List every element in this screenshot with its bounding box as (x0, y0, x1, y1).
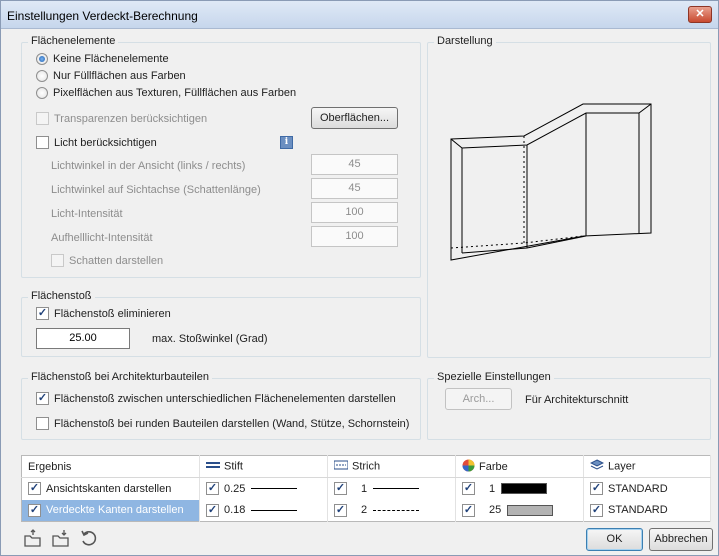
stosswinkel-field[interactable]: 25.00 (36, 328, 130, 349)
line-type-preview (373, 488, 420, 490)
pen-line-preview (251, 488, 298, 490)
checkbox-label: Flächenstoß zwischen unterschiedlichen F… (54, 392, 396, 405)
radio-button[interactable] (36, 70, 48, 83)
folder-save-icon[interactable] (51, 529, 71, 549)
preview-top-inner (450, 103, 652, 149)
header-farbe: Farbe (455, 455, 584, 478)
stosswinkel-label: max. Stoßwinkel (Grad) (152, 333, 268, 345)
checkbox-label: Licht berücksichtigen (54, 136, 157, 149)
lichtwinkel-ansicht-field[interactable]: 45 (311, 154, 398, 175)
pen-line-preview (251, 509, 298, 511)
settings-dialog: Einstellungen Verdeckt-Berechnung ✕ Fläc… (0, 0, 719, 556)
row-farbe[interactable]: ✓ 1 (455, 477, 584, 500)
radio-nur-fuellflaechen[interactable]: Nur Füllflächen aus Farben (36, 70, 186, 83)
checkbox[interactable]: ✓ (28, 482, 41, 496)
radio-label: Pixelflächen aus Texturen, Füllflächen a… (53, 87, 297, 100)
checkbox[interactable]: ✓ (462, 503, 475, 517)
checkbox[interactable]: ✓ (334, 503, 347, 517)
table-row[interactable]: ✓ Verdeckte Kanten darstellen ✓ 0.18 ✓ 2 ✓ 2… (21, 499, 711, 522)
reset-icon[interactable] (79, 529, 99, 549)
checkbox[interactable]: ✓ (334, 482, 347, 496)
radio-label: Keine Flächenelemente (53, 53, 169, 66)
checkbox-schatten[interactable]: Schatten darstellen (51, 254, 163, 267)
darstellung-legend: Darstellung (434, 35, 496, 47)
checkbox[interactable]: ✓ (590, 503, 603, 517)
table-row[interactable]: ✓ Ansichtskanten darstellen ✓ 0.25 ✓ 1 ✓ 1 ✓… (21, 477, 711, 500)
lichtwinkel-sichtachse-field[interactable]: 45 (311, 178, 398, 199)
checkbox[interactable]: ✓ (206, 482, 219, 496)
row-layer[interactable]: ✓ STANDARD (583, 499, 711, 522)
architektur-group: Flächenstoß bei Architekturbauteilen (21, 371, 421, 440)
row-layer[interactable]: ✓ STANDARD (583, 477, 711, 500)
flaechenstoss-legend: Flächenstoß (28, 290, 95, 302)
checkbox[interactable]: ✓ (36, 307, 49, 320)
title-bar: Einstellungen Verdeckt-Berechnung ✕ (1, 1, 718, 29)
checkbox-flaechenstoss-rund[interactable]: Flächenstoß bei runden Bauteilen darstel… (36, 417, 409, 430)
folder-open-icon[interactable] (23, 529, 43, 549)
licht-intensitaet-label: Licht-Intensität (51, 208, 123, 220)
checkbox[interactable] (36, 136, 49, 149)
radio-button[interactable] (36, 87, 48, 100)
checkbox[interactable] (51, 254, 64, 267)
radio-keine-flaechenelemente[interactable]: Keine Flächenelemente (36, 53, 169, 66)
header-layer: Layer (583, 455, 711, 478)
row-stift[interactable]: ✓ 0.18 (199, 499, 328, 522)
color-swatch (507, 504, 554, 516)
arch-label: Für Architekturschnitt (525, 394, 629, 406)
checkbox[interactable]: ✓ (28, 503, 41, 517)
flaechenelemente-legend: Flächenelemente (28, 35, 119, 47)
aufhelllicht-intensitaet-field[interactable]: 100 (311, 226, 398, 247)
table-header: Ergebnis Stift Strich Farbe Layer (21, 455, 711, 478)
ok-button[interactable]: OK (586, 528, 643, 551)
radio-label: Nur Füllflächen aus Farben (53, 70, 186, 83)
checkbox[interactable]: ✓ (206, 503, 219, 517)
checkbox-label: Flächenstoß eliminieren (54, 307, 171, 320)
row-ansichtskanten[interactable]: ✓ Ansichtskanten darstellen (21, 477, 200, 500)
window-title: Einstellungen Verdeckt-Berechnung (7, 9, 198, 23)
row-stift[interactable]: ✓ 0.25 (199, 477, 328, 500)
line-type-icon (333, 460, 349, 473)
line-type-preview (373, 509, 420, 511)
checkbox-flaechenstoss-zwischen[interactable]: ✓ Flächenstoß zwischen unterschiedlichen … (36, 392, 396, 405)
header-stift: Stift (199, 455, 328, 478)
spezielle-legend: Spezielle Einstellungen (434, 371, 554, 383)
checkbox-label: Flächenstoß bei runden Bauteilen darstel… (54, 417, 410, 430)
lichtwinkel-sichtachse-label: Lichtwinkel auf Sichtachse (Schattenläng… (51, 184, 261, 196)
preview-drawing (450, 103, 652, 261)
architektur-legend: Flächenstoß bei Architekturbauteilen (28, 371, 212, 383)
checkbox[interactable]: ✓ (590, 482, 603, 496)
pen-icon (206, 460, 220, 473)
checkbox-flaechenstoss-eliminieren[interactable]: ✓ Flächenstoß eliminieren (36, 307, 171, 320)
info-icon[interactable]: i (280, 136, 293, 149)
color-icon (462, 459, 475, 475)
checkbox-transparenzen[interactable]: Transparenzen berücksichtigen (36, 112, 207, 125)
checkbox[interactable]: ✓ (36, 392, 49, 405)
row-verdeckte-kanten[interactable]: ✓ Verdeckte Kanten darstellen (21, 499, 200, 522)
aufhelllicht-intensitaet-label: Aufhelllicht-Intensität (51, 232, 153, 244)
checkbox[interactable] (36, 112, 49, 125)
radio-button[interactable] (36, 53, 48, 66)
lichtwinkel-ansicht-label: Lichtwinkel in der Ansicht (links / rech… (51, 160, 246, 172)
oberflaechen-button[interactable]: Oberflächen... (311, 107, 398, 129)
header-ergebnis: Ergebnis (21, 455, 200, 478)
cancel-button[interactable]: Abbrechen (649, 528, 713, 551)
licht-intensitaet-field[interactable]: 100 (311, 202, 398, 223)
arch-button[interactable]: Arch... (445, 388, 512, 410)
checkbox[interactable] (36, 417, 49, 430)
checkbox-label: Transparenzen berücksichtigen (54, 112, 208, 125)
row-farbe[interactable]: ✓ 25 (455, 499, 584, 522)
result-table: Ergebnis Stift Strich Farbe Layer ✓ Ansic… (21, 455, 711, 522)
preview-hidden-bottom (450, 235, 584, 249)
preview-outline (450, 103, 652, 261)
radio-pixelflaechen[interactable]: Pixelflächen aus Texturen, Füllflächen a… (36, 87, 297, 100)
row-strich[interactable]: ✓ 2 (327, 499, 456, 522)
checkbox[interactable]: ✓ (462, 482, 475, 496)
checkbox-label: Schatten darstellen (69, 254, 164, 267)
layer-icon (589, 459, 605, 474)
close-button[interactable]: ✕ (688, 6, 712, 23)
color-swatch (501, 483, 548, 495)
checkbox-licht[interactable]: Licht berücksichtigen (36, 136, 157, 149)
row-strich[interactable]: ✓ 1 (327, 477, 456, 500)
header-strich: Strich (327, 455, 456, 478)
